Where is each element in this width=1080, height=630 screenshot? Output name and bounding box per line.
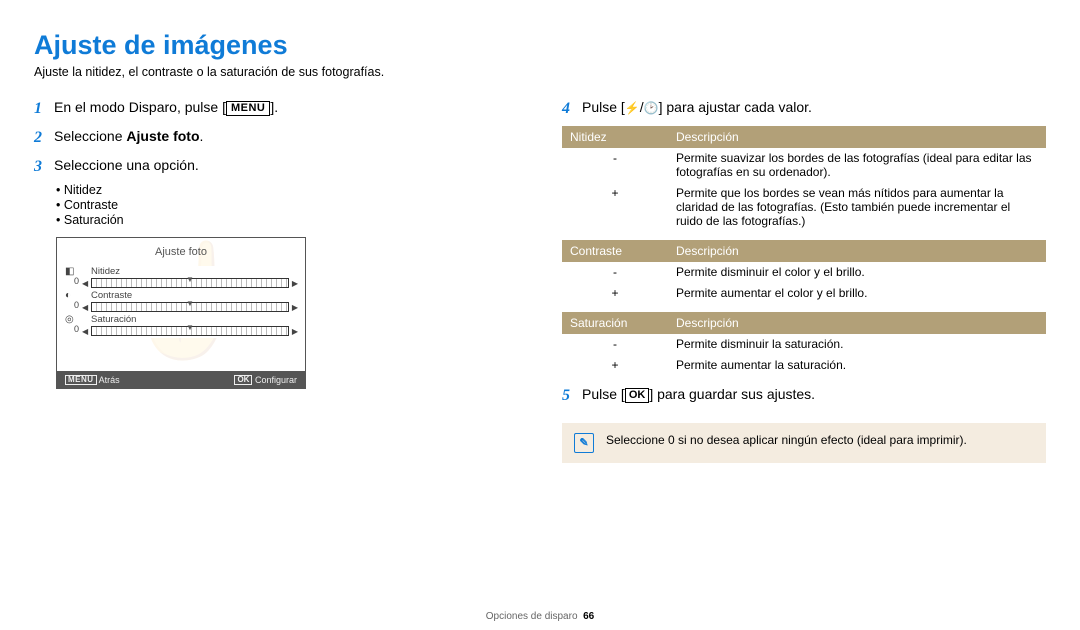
lcd-title: Ajuste foto <box>57 246 305 258</box>
page-footer: Opciones de disparo 66 <box>0 611 1080 622</box>
contraste-plus-desc: Permite aumentar el color y el brillo. <box>668 282 1046 303</box>
step-5: 5 Pulse [OK] para guardar sus ajustes. <box>562 384 1046 409</box>
menu-icon: MENU <box>226 101 270 116</box>
opt-contraste: Contraste <box>56 198 518 212</box>
saturacion-icon: ◎ <box>65 314 74 325</box>
saturacion-plus-desc: Permite aumentar la saturación. <box>668 354 1046 375</box>
contraste-icon: ◐ <box>65 290 71 301</box>
ok-icon: OK <box>234 375 252 385</box>
flash-icon <box>625 99 640 115</box>
contraste-minus-desc: Permite disminuir el color y el brillo. <box>668 262 1046 283</box>
page-title: Ajuste de imágenes <box>34 30 1046 61</box>
th-nitidez: Nitidez <box>562 126 668 148</box>
lcd-confirm: Configurar <box>255 375 297 385</box>
contraste-slider: ▼ <box>91 302 289 312</box>
step-1-text: En el modo Disparo, pulse [ <box>54 99 226 115</box>
step-1: 1 En el modo Disparo, pulse [MENU]. <box>34 97 518 122</box>
page-subtitle: Ajuste la nitidez, el contraste o la sat… <box>34 65 1046 79</box>
lcd-preview: ☝ Ajuste foto ◧ 0 Nitidez ▼ ◐ 0 Contrast… <box>56 237 306 389</box>
saturacion-minus-desc: Permite disminuir la saturación. <box>668 334 1046 355</box>
step-2-bold: Ajuste foto <box>126 128 199 144</box>
nitidez-slider: ▼ <box>91 278 289 288</box>
ok-icon: OK <box>625 388 650 403</box>
nitidez-plus-desc: Permite que los bordes se vean más nítid… <box>668 182 1046 231</box>
note-icon: ✎ <box>574 433 594 453</box>
sym-minus: - <box>562 148 668 183</box>
th-contraste: Contraste <box>562 240 668 262</box>
table-contraste: ContrasteDescripción -Permite disminuir … <box>562 240 1046 304</box>
option-list: Nitidez Contraste Saturación <box>56 183 518 227</box>
step-2: 2 Seleccione Ajuste foto. <box>34 126 518 151</box>
th-saturacion: Saturación <box>562 312 668 334</box>
note-box: ✎ Seleccione 0 si no desea aplicar ningú… <box>562 423 1046 463</box>
table-nitidez: NitidezDescripción -Permite suavizar los… <box>562 126 1046 232</box>
step-3: 3 Seleccione una opción. <box>34 155 518 180</box>
footer-section: Opciones de disparo <box>486 611 578 622</box>
note-text: Seleccione 0 si no desea aplicar ningún … <box>606 433 967 447</box>
opt-saturacion: Saturación <box>56 213 518 227</box>
table-saturacion: SaturaciónDescripción -Permite disminuir… <box>562 312 1046 376</box>
step-4: 4 Pulse [/] para ajustar cada valor. <box>562 97 1046 122</box>
sym-plus: + <box>562 182 668 231</box>
menu-icon: MENU <box>65 375 97 385</box>
opt-nitidez: Nitidez <box>56 183 518 197</box>
th-desc: Descripción <box>668 126 1046 148</box>
saturacion-slider: ▼ <box>91 326 289 336</box>
lcd-back: Atrás <box>99 375 120 385</box>
contraste-value: 0 <box>74 300 79 310</box>
timer-icon <box>644 99 659 115</box>
saturacion-value: 0 <box>74 324 79 334</box>
nitidez-value: 0 <box>74 276 79 286</box>
footer-page: 66 <box>583 611 594 622</box>
nitidez-minus-desc: Permite suavizar los bordes de las fotog… <box>668 148 1046 183</box>
